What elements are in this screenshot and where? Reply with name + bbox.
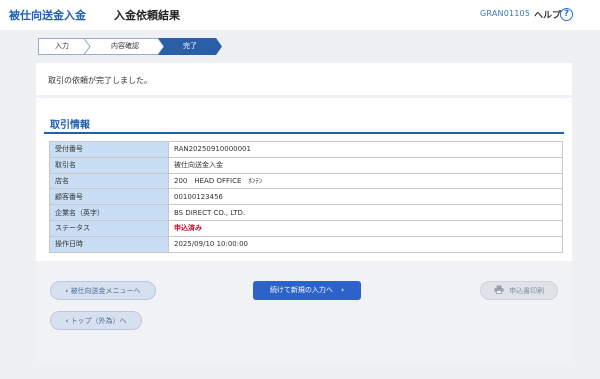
step-input: 入力 [55, 42, 69, 50]
chevron-right-icon: › [341, 286, 345, 294]
table-row: 店名 200 HEAD OFFICE ﾎﾝﾃﾝ [49, 172, 563, 190]
question-circle-icon[interactable]: ? [560, 8, 573, 21]
row-key: 操作日時 [49, 235, 169, 253]
table-row: 受付番号 RAN20250910000001 [49, 141, 563, 158]
row-value: 200 HEAD OFFICE ﾎﾝﾃﾝ [168, 172, 563, 190]
message-panel: 取引の依頼が完了しました。 [36, 63, 572, 95]
transaction-panel: 取引情報 受付番号 RAN20250910000001 取引名 被仕向送金入金 … [36, 98, 572, 363]
continue-new-input-button[interactable]: 続けて新規の入力へ › [253, 281, 361, 300]
table-row: 取引名 被仕向送金入金 [49, 156, 563, 174]
row-key: 受付番号 [49, 141, 169, 158]
page-title: 入金依頼結果 [114, 9, 180, 22]
printer-icon [494, 285, 504, 294]
table-row: 操作日時 2025/09/10 10:00:00 [49, 235, 563, 253]
continue-label: 続けて新規の入力へ [269, 286, 333, 294]
completion-message: 取引の依頼が完了しました。 [48, 76, 152, 85]
button-area: ‹ 被仕向送金メニューへ 続けて新規の入力へ › 申込書印刷 ‹ トップ（外為）… [36, 261, 572, 363]
chevron-left-icon: ‹ [65, 287, 69, 295]
screen-id: GRAN01105 [480, 9, 531, 18]
back-to-top-button[interactable]: ‹ トップ（外為）へ [50, 311, 142, 330]
step-complete: 完了 [183, 42, 197, 50]
row-key: 取引名 [49, 156, 169, 174]
header-bar: 被仕向送金入金 入金依頼結果 GRAN01105 ヘルプ ? [0, 0, 600, 30]
row-key: 店名 [49, 172, 169, 190]
status-value: 申込済み [168, 219, 563, 237]
back-to-top-label: トップ（外為）へ [70, 317, 127, 325]
table-row: 企業名（英字） BS DIRECT CO., LTD. [49, 204, 563, 221]
print-label: 申込書印刷 [509, 287, 545, 295]
row-value: BS DIRECT CO., LTD. [168, 204, 563, 221]
print-application-button[interactable]: 申込書印刷 [480, 281, 558, 300]
row-key: 企業名（英字） [49, 204, 169, 221]
back-to-menu-label: 被仕向送金メニューへ [70, 287, 141, 295]
row-value: 00100123456 [168, 188, 563, 206]
section-divider [44, 132, 564, 134]
table-row: 顧客番号 00100123456 [49, 188, 563, 206]
back-to-menu-button[interactable]: ‹ 被仕向送金メニューへ [50, 281, 156, 300]
brand-title: 被仕向送金入金 [9, 9, 86, 22]
help-link[interactable]: ヘルプ [534, 8, 561, 21]
transaction-info-table: 受付番号 RAN20250910000001 取引名 被仕向送金入金 店名 20… [49, 141, 563, 253]
row-value: 被仕向送金入金 [168, 156, 563, 174]
row-key: 顧客番号 [49, 188, 169, 206]
row-key: ステータス [49, 219, 169, 237]
row-value: RAN20250910000001 [168, 141, 563, 158]
section-title: 取引情報 [50, 120, 90, 131]
row-value: 2025/09/10 10:00:00 [168, 235, 563, 253]
table-row: ステータス 申込済み [49, 219, 563, 237]
step-confirm: 内容確認 [111, 42, 139, 50]
chevron-left-icon: ‹ [65, 317, 69, 325]
